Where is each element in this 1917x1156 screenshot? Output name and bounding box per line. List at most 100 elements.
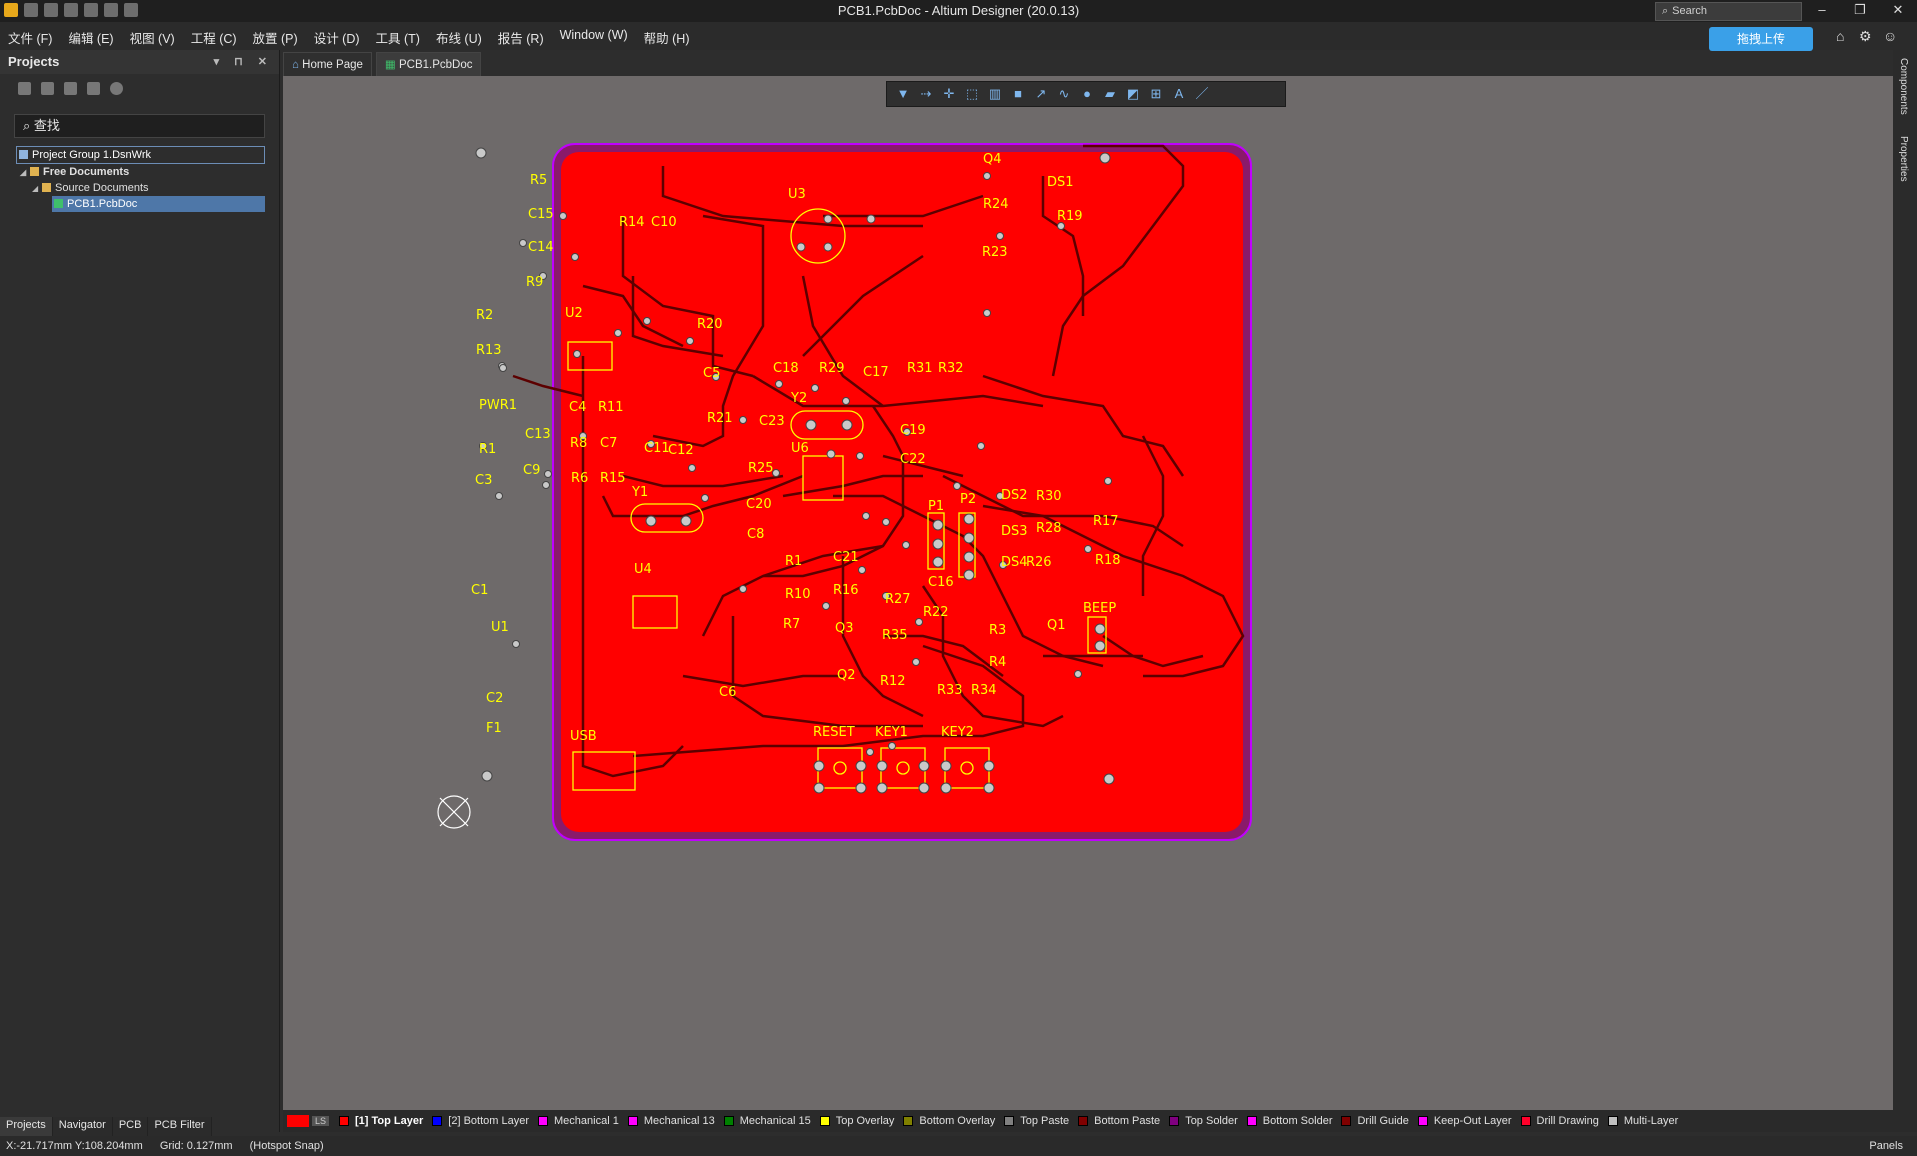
tree-item-label: Source Documents [55, 182, 149, 194]
layer-tab-label: Mechanical 15 [739, 1115, 811, 1127]
settings-icon[interactable] [110, 82, 123, 95]
compile-icon[interactable] [41, 82, 54, 95]
menu-project[interactable]: 工程 (C) [191, 28, 237, 47]
home-icon[interactable]: ⌂ [1836, 28, 1844, 44]
menu-window[interactable]: Window (W) [560, 28, 628, 47]
upload-button-label: 拖拽上传 [1736, 32, 1785, 46]
move-icon[interactable]: ✛ [941, 86, 957, 102]
search-icon: ⌕ [1662, 5, 1669, 17]
tab-navigator[interactable]: Navigator [52, 1117, 113, 1137]
line-icon[interactable]: ／ [1194, 86, 1210, 102]
layer-swatch [1246, 1116, 1257, 1126]
label: R21 [707, 411, 733, 426]
menu-edit[interactable]: 编辑 (E) [68, 28, 113, 47]
pcb-editor-canvas[interactable]: R5 C15 C14 R9 R2 U2 R13 PWR1 R1 C3 C13 C… [283, 76, 1893, 1110]
menu-tools[interactable]: 工具 (T) [376, 28, 420, 47]
minimize-button[interactable]: – [1803, 0, 1841, 22]
menu-reports[interactable]: 报告 (R) [498, 28, 544, 47]
close-button[interactable]: ✕ [1879, 0, 1917, 22]
properties-panel-tab[interactable]: Properties [1898, 136, 1909, 182]
components-panel-tab[interactable]: Components [1898, 58, 1909, 115]
tree-item-project-group[interactable]: Project Group 1.DsnWrk [16, 146, 265, 164]
current-layer-color-swatch[interactable] [287, 1115, 309, 1127]
text-icon[interactable]: A [1171, 86, 1187, 102]
menu-design[interactable]: 设计 (D) [314, 28, 360, 47]
label: R2 [476, 308, 493, 323]
search-box[interactable]: ⌕ Search [1655, 2, 1802, 21]
via-icon[interactable]: ● [1079, 86, 1095, 102]
filter-icon[interactable]: ▼ [895, 86, 911, 102]
tab-projects[interactable]: Projects [0, 1117, 53, 1137]
label: DS2 [1001, 488, 1028, 503]
layer-tab-top-solder[interactable]: Top Solder [1169, 1115, 1238, 1127]
route-icon[interactable]: ↗ [1033, 86, 1049, 102]
restore-button[interactable]: ❐ [1841, 0, 1879, 22]
align-icon[interactable]: ▥ [987, 86, 1003, 102]
expand-arrow-icon[interactable]: ◢ [32, 181, 42, 197]
layer-tab-label: Bottom Paste [1094, 1115, 1161, 1127]
user-icon[interactable]: ☺ [1883, 28, 1897, 44]
layer-tab-drill-drawing[interactable]: Drill Drawing [1520, 1115, 1599, 1127]
menu-file[interactable]: 文件 (F) [8, 28, 52, 47]
upload-button[interactable]: 拖拽上传 [1709, 27, 1813, 51]
menu-route[interactable]: 布线 (U) [436, 28, 482, 47]
add-document-icon[interactable] [64, 82, 77, 95]
layer-tab-label: Bottom Overlay [919, 1115, 996, 1127]
layer-tab-drill-guide[interactable]: Drill Guide [1341, 1115, 1409, 1127]
layer-tab-top-overlay[interactable]: Top Overlay [819, 1115, 894, 1127]
place-component-icon[interactable]: ■ [1010, 86, 1026, 102]
gear-icon[interactable]: ⚙ [1859, 28, 1872, 45]
label: DS1 [1047, 175, 1074, 190]
projects-toolbar [0, 74, 279, 108]
menu-help[interactable]: 帮助 (H) [644, 28, 690, 47]
layer-tab-mechanical-13[interactable]: Mechanical 13 [627, 1115, 715, 1127]
panels-button[interactable]: Panels [1869, 1136, 1903, 1156]
keepout-icon[interactable]: ◩ [1125, 86, 1141, 102]
workspace-icon [19, 150, 28, 159]
tree-item-pcb1[interactable]: PCB1.PcbDoc [52, 196, 265, 212]
projects-search-value: 查找 [33, 118, 60, 133]
label: PWR1 [479, 398, 517, 413]
layer-tab-top-layer[interactable]: [1] Top Layer [339, 1115, 423, 1127]
label: R22 [923, 605, 949, 620]
layer-tab-bottom-solder[interactable]: Bottom Solder [1246, 1115, 1332, 1127]
tab-pcb-filter[interactable]: PCB Filter [148, 1117, 212, 1137]
select-rect-icon[interactable]: ⬚ [964, 86, 980, 102]
tab-pcb[interactable]: PCB [112, 1117, 149, 1137]
pcb-board-view[interactable]: R5 C15 C14 R9 R2 U2 R13 PWR1 R1 C3 C13 C… [283, 76, 1893, 1110]
layer-tabs: LS [1] Top Layer [2] Bottom Layer Mechan… [283, 1110, 1917, 1132]
panel-controls[interactable]: ▾ ⊓ ✕ [214, 50, 273, 74]
layer-tab-keep-out-layer[interactable]: Keep-Out Layer [1417, 1115, 1512, 1127]
label: R31 [907, 361, 933, 376]
label: R11 [598, 400, 624, 415]
layer-tab-label: Multi-Layer [1623, 1115, 1679, 1127]
layer-tab-bottom-paste[interactable]: Bottom Paste [1078, 1115, 1160, 1127]
label: C16 [928, 575, 954, 590]
label: R10 [785, 587, 811, 602]
tab-home-page[interactable]: ⌂ Home Page [283, 52, 372, 77]
projects-search-input[interactable]: ⌕ 查找 [14, 114, 265, 138]
label: C9 [523, 463, 540, 478]
layer-tab-top-paste[interactable]: Top Paste [1004, 1115, 1069, 1127]
label: P2 [960, 492, 976, 507]
tab-pcb1-pcbdoc[interactable]: ▦ PCB1.PcbDoc [375, 52, 482, 77]
diff-pair-icon[interactable]: ∿ [1056, 86, 1072, 102]
layer-tab-bottom-layer[interactable]: [2] Bottom Layer [432, 1115, 529, 1127]
tree-item-free-documents[interactable]: ◢ Free Documents [0, 164, 279, 180]
tree-item-source-documents[interactable]: ◢ Source Documents [0, 180, 279, 196]
layer-tab-bottom-overlay[interactable]: Bottom Overlay [903, 1115, 995, 1127]
layer-tab-mechanical-1[interactable]: Mechanical 1 [538, 1115, 619, 1127]
expand-arrow-icon[interactable]: ◢ [20, 165, 30, 181]
projects-panel-title: Projects [8, 54, 60, 69]
layer-set-button[interactable]: LS [312, 1116, 330, 1126]
menu-view[interactable]: 视图 (V) [130, 28, 175, 47]
menu-place[interactable]: 放置 (P) [253, 28, 298, 47]
layer-tab-mechanical-15[interactable]: Mechanical 15 [723, 1115, 811, 1127]
remove-document-icon[interactable] [87, 82, 100, 95]
layer-tab-multi-layer[interactable]: Multi-Layer [1607, 1115, 1679, 1127]
polygon-icon[interactable]: ▰ [1102, 86, 1118, 102]
dimension-icon[interactable]: ⊞ [1148, 86, 1164, 102]
save-project-icon[interactable] [18, 82, 31, 95]
grid-readout: Grid: 0.127mm [159, 1140, 233, 1152]
select-icon[interactable]: ⇢ [918, 86, 934, 102]
